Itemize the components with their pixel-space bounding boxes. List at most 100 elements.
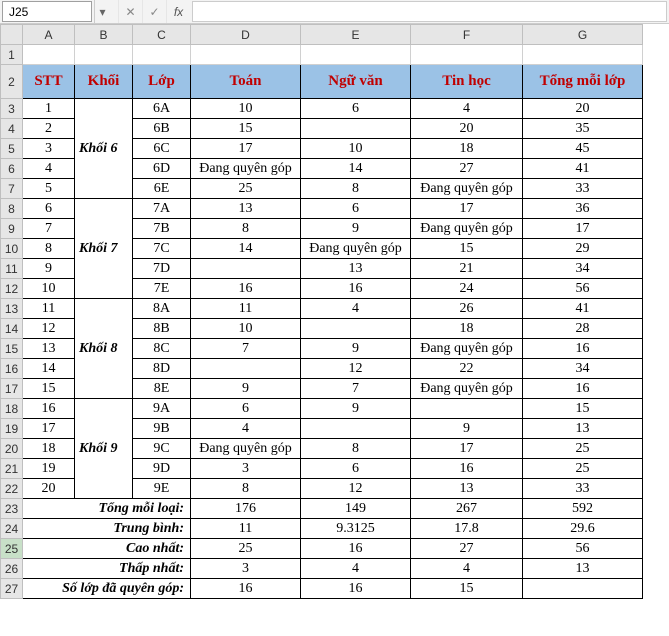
- tinhoc-cell[interactable]: 20: [411, 119, 523, 139]
- name-box[interactable]: J25: [2, 1, 92, 22]
- row-header[interactable]: 17: [1, 379, 23, 399]
- lop-cell[interactable]: 9C: [133, 439, 191, 459]
- summary-toan[interactable]: 11: [191, 519, 301, 539]
- tinhoc-cell[interactable]: 18: [411, 139, 523, 159]
- lop-cell[interactable]: 8A: [133, 299, 191, 319]
- summary-tong[interactable]: 13: [523, 559, 643, 579]
- summary-nguvan[interactable]: 16: [301, 539, 411, 559]
- row-header[interactable]: 16: [1, 359, 23, 379]
- lop-cell[interactable]: 6D: [133, 159, 191, 179]
- row-header[interactable]: 18: [1, 399, 23, 419]
- tong-cell[interactable]: 25: [523, 439, 643, 459]
- row-header[interactable]: 21: [1, 459, 23, 479]
- nguvan-cell[interactable]: 6: [301, 199, 411, 219]
- tinhoc-cell[interactable]: Đang quyên góp: [411, 379, 523, 399]
- col-header[interactable]: E: [301, 25, 411, 45]
- khoi-cell[interactable]: Khối 8: [75, 299, 133, 399]
- select-all-corner[interactable]: [1, 25, 23, 45]
- toan-cell[interactable]: 7: [191, 339, 301, 359]
- row-header[interactable]: 2: [1, 65, 23, 99]
- col-header[interactable]: B: [75, 25, 133, 45]
- lop-cell[interactable]: 9B: [133, 419, 191, 439]
- nguvan-cell[interactable]: 8: [301, 179, 411, 199]
- tinhoc-cell[interactable]: 17: [411, 439, 523, 459]
- lop-cell[interactable]: 8C: [133, 339, 191, 359]
- tong-cell[interactable]: 34: [523, 259, 643, 279]
- tinhoc-cell[interactable]: 9: [411, 419, 523, 439]
- nguvan-cell[interactable]: 9: [301, 219, 411, 239]
- name-box-dropdown-icon[interactable]: ▾: [94, 0, 110, 23]
- stt-cell[interactable]: 5: [23, 179, 75, 199]
- stt-cell[interactable]: 7: [23, 219, 75, 239]
- col-header[interactable]: A: [23, 25, 75, 45]
- lop-cell[interactable]: 7A: [133, 199, 191, 219]
- row-header[interactable]: 26: [1, 559, 23, 579]
- stt-cell[interactable]: 1: [23, 99, 75, 119]
- col-header[interactable]: F: [411, 25, 523, 45]
- row-header[interactable]: 20: [1, 439, 23, 459]
- tong-cell[interactable]: 33: [523, 179, 643, 199]
- nguvan-cell[interactable]: [301, 319, 411, 339]
- stt-cell[interactable]: 3: [23, 139, 75, 159]
- nguvan-cell[interactable]: 9: [301, 339, 411, 359]
- nguvan-cell[interactable]: 7: [301, 379, 411, 399]
- cell[interactable]: [301, 45, 411, 65]
- row-header[interactable]: 25: [1, 539, 23, 559]
- toan-cell[interactable]: 10: [191, 319, 301, 339]
- stt-cell[interactable]: 16: [23, 399, 75, 419]
- stt-cell[interactable]: 11: [23, 299, 75, 319]
- cell[interactable]: [411, 45, 523, 65]
- tinhoc-cell[interactable]: [411, 399, 523, 419]
- stt-cell[interactable]: 18: [23, 439, 75, 459]
- table-header-cell[interactable]: Tổng mỗi lớp: [523, 65, 643, 99]
- tong-cell[interactable]: 33: [523, 479, 643, 499]
- lop-cell[interactable]: 6C: [133, 139, 191, 159]
- summary-label[interactable]: Thấp nhất:: [23, 559, 191, 579]
- row-header[interactable]: 3: [1, 99, 23, 119]
- tong-cell[interactable]: 41: [523, 159, 643, 179]
- cell[interactable]: [75, 45, 133, 65]
- row-header[interactable]: 23: [1, 499, 23, 519]
- tong-cell[interactable]: 16: [523, 379, 643, 399]
- nguvan-cell[interactable]: Đang quyên góp: [301, 239, 411, 259]
- row-header[interactable]: 1: [1, 45, 23, 65]
- tinhoc-cell[interactable]: 15: [411, 239, 523, 259]
- row-header[interactable]: 8: [1, 199, 23, 219]
- nguvan-cell[interactable]: 6: [301, 459, 411, 479]
- lop-cell[interactable]: 9E: [133, 479, 191, 499]
- summary-label[interactable]: Tổng mỗi loại:: [23, 499, 191, 519]
- table-header-cell[interactable]: Ngữ văn: [301, 65, 411, 99]
- stt-cell[interactable]: 10: [23, 279, 75, 299]
- tong-cell[interactable]: 28: [523, 319, 643, 339]
- cell[interactable]: [523, 45, 643, 65]
- stt-cell[interactable]: 12: [23, 319, 75, 339]
- lop-cell[interactable]: 9D: [133, 459, 191, 479]
- row-header[interactable]: 5: [1, 139, 23, 159]
- col-header[interactable]: G: [523, 25, 643, 45]
- toan-cell[interactable]: [191, 359, 301, 379]
- summary-nguvan[interactable]: 149: [301, 499, 411, 519]
- tinhoc-cell[interactable]: Đang quyên góp: [411, 219, 523, 239]
- nguvan-cell[interactable]: [301, 119, 411, 139]
- summary-tong[interactable]: 592: [523, 499, 643, 519]
- row-header[interactable]: 27: [1, 579, 23, 599]
- stt-cell[interactable]: 9: [23, 259, 75, 279]
- summary-tinhoc[interactable]: 15: [411, 579, 523, 599]
- lop-cell[interactable]: 8B: [133, 319, 191, 339]
- summary-tinhoc[interactable]: 27: [411, 539, 523, 559]
- toan-cell[interactable]: 10: [191, 99, 301, 119]
- stt-cell[interactable]: 17: [23, 419, 75, 439]
- tong-cell[interactable]: 13: [523, 419, 643, 439]
- lop-cell[interactable]: 6E: [133, 179, 191, 199]
- summary-nguvan[interactable]: 4: [301, 559, 411, 579]
- stt-cell[interactable]: 19: [23, 459, 75, 479]
- row-header[interactable]: 19: [1, 419, 23, 439]
- row-header[interactable]: 13: [1, 299, 23, 319]
- toan-cell[interactable]: 11: [191, 299, 301, 319]
- khoi-cell[interactable]: Khối 6: [75, 99, 133, 199]
- summary-label[interactable]: Cao nhất:: [23, 539, 191, 559]
- toan-cell[interactable]: 9: [191, 379, 301, 399]
- nguvan-cell[interactable]: 13: [301, 259, 411, 279]
- toan-cell[interactable]: Đang quyên góp: [191, 439, 301, 459]
- stt-cell[interactable]: 20: [23, 479, 75, 499]
